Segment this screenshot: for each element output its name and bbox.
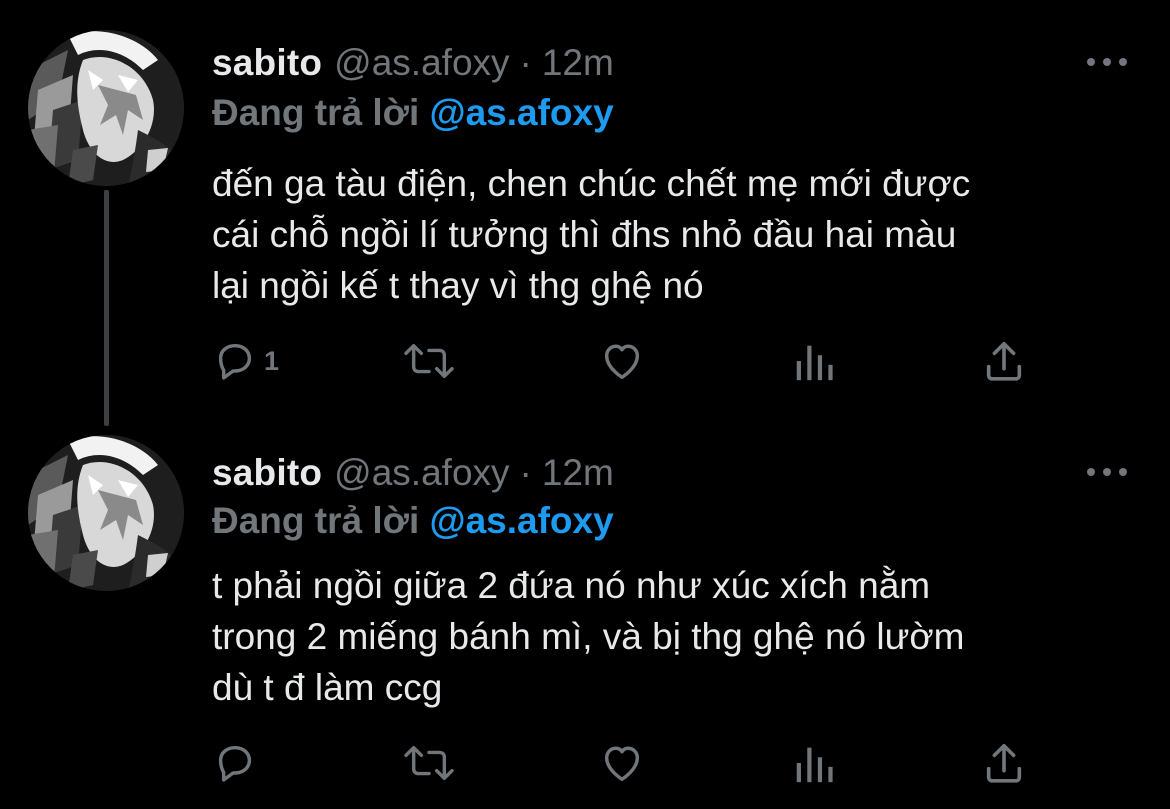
action-bar bbox=[212, 737, 1042, 789]
tweet-text-line: lại ngồi kế t thay vì thg ghệ nó bbox=[212, 265, 704, 306]
avatar-illustration bbox=[28, 435, 184, 591]
avatar[interactable] bbox=[28, 435, 184, 591]
separator-dot: · bbox=[519, 452, 532, 493]
tweet-1[interactable]: sabito @as.afoxy · 12m Đang trả lời @as.… bbox=[0, 0, 1170, 426]
timestamp[interactable]: 12m bbox=[542, 42, 614, 84]
heart-icon bbox=[604, 344, 640, 380]
avatar-illustration bbox=[28, 30, 184, 186]
views-icon bbox=[796, 345, 833, 381]
replying-to: Đang trả lời @as.afoxy bbox=[212, 500, 614, 542]
user-handle[interactable]: @as.afoxy bbox=[334, 452, 509, 494]
mention-link[interactable]: @as.afoxy bbox=[430, 92, 614, 133]
retweet-button[interactable] bbox=[400, 737, 458, 789]
tweet-header: sabito @as.afoxy · 12m bbox=[212, 450, 614, 496]
dot-icon bbox=[1119, 468, 1127, 476]
retweet-button[interactable] bbox=[400, 335, 458, 387]
dot-icon bbox=[1119, 58, 1127, 66]
tweet-text-line: trong 2 miếng bánh mì, và bị thg ghệ nó … bbox=[212, 616, 965, 657]
views-icon bbox=[796, 747, 833, 783]
share-button[interactable] bbox=[982, 335, 1026, 387]
heart-icon bbox=[604, 746, 640, 782]
views-button[interactable] bbox=[792, 335, 836, 387]
replying-to-label: Đang trả lời bbox=[212, 92, 420, 133]
tweet-text-line: đến ga tàu điện, chen chúc chết mẹ mới đ… bbox=[212, 163, 971, 204]
display-name[interactable]: sabito bbox=[212, 42, 322, 84]
dot-icon bbox=[1087, 468, 1095, 476]
tweet-2[interactable]: sabito @as.afoxy · 12m Đang trả lời @as.… bbox=[0, 410, 1170, 809]
reply-button[interactable] bbox=[212, 737, 264, 789]
reply-icon bbox=[218, 343, 252, 380]
more-options-icon[interactable] bbox=[1087, 50, 1127, 74]
timestamp[interactable]: 12m bbox=[542, 452, 614, 494]
reply-icon bbox=[218, 745, 252, 782]
separator-dot: · bbox=[519, 42, 532, 83]
dot-icon bbox=[1103, 58, 1111, 66]
tweet-text-line: cái chỗ ngồi lí tưởng thì đhs nhỏ đầu ha… bbox=[212, 214, 957, 255]
like-button[interactable] bbox=[598, 737, 646, 789]
tweet-text-line: t phải ngồi giữa 2 đứa nó như xúc xích n… bbox=[212, 565, 931, 606]
display-name[interactable]: sabito bbox=[212, 452, 322, 494]
dot-icon bbox=[1087, 58, 1095, 66]
share-button[interactable] bbox=[982, 737, 1026, 789]
retweet-icon bbox=[404, 343, 454, 379]
retweet-icon bbox=[404, 745, 454, 781]
tweet-text-line: dù t đ làm ccg bbox=[212, 667, 443, 708]
mention-link[interactable]: @as.afoxy bbox=[430, 500, 614, 541]
tweet-text: đến ga tàu điện, chen chúc chết mẹ mới đ… bbox=[212, 158, 1132, 311]
reply-button[interactable]: 1 bbox=[212, 335, 279, 387]
replying-to-label: Đang trả lời bbox=[212, 500, 420, 541]
avatar[interactable] bbox=[28, 30, 184, 186]
share-icon bbox=[986, 743, 1022, 783]
share-icon bbox=[986, 341, 1022, 381]
dot-icon bbox=[1103, 468, 1111, 476]
like-button[interactable] bbox=[598, 335, 646, 387]
replying-to: Đang trả lời @as.afoxy bbox=[212, 92, 614, 134]
action-bar: 1 bbox=[212, 335, 1042, 387]
more-options-icon[interactable] bbox=[1087, 460, 1127, 484]
views-button[interactable] bbox=[792, 737, 836, 789]
reply-count: 1 bbox=[264, 345, 280, 376]
user-handle[interactable]: @as.afoxy bbox=[334, 42, 509, 84]
tweet-text: t phải ngồi giữa 2 đứa nó như xúc xích n… bbox=[212, 560, 1132, 713]
tweet-header: sabito @as.afoxy · 12m bbox=[212, 40, 614, 86]
thread-connector bbox=[104, 190, 109, 426]
